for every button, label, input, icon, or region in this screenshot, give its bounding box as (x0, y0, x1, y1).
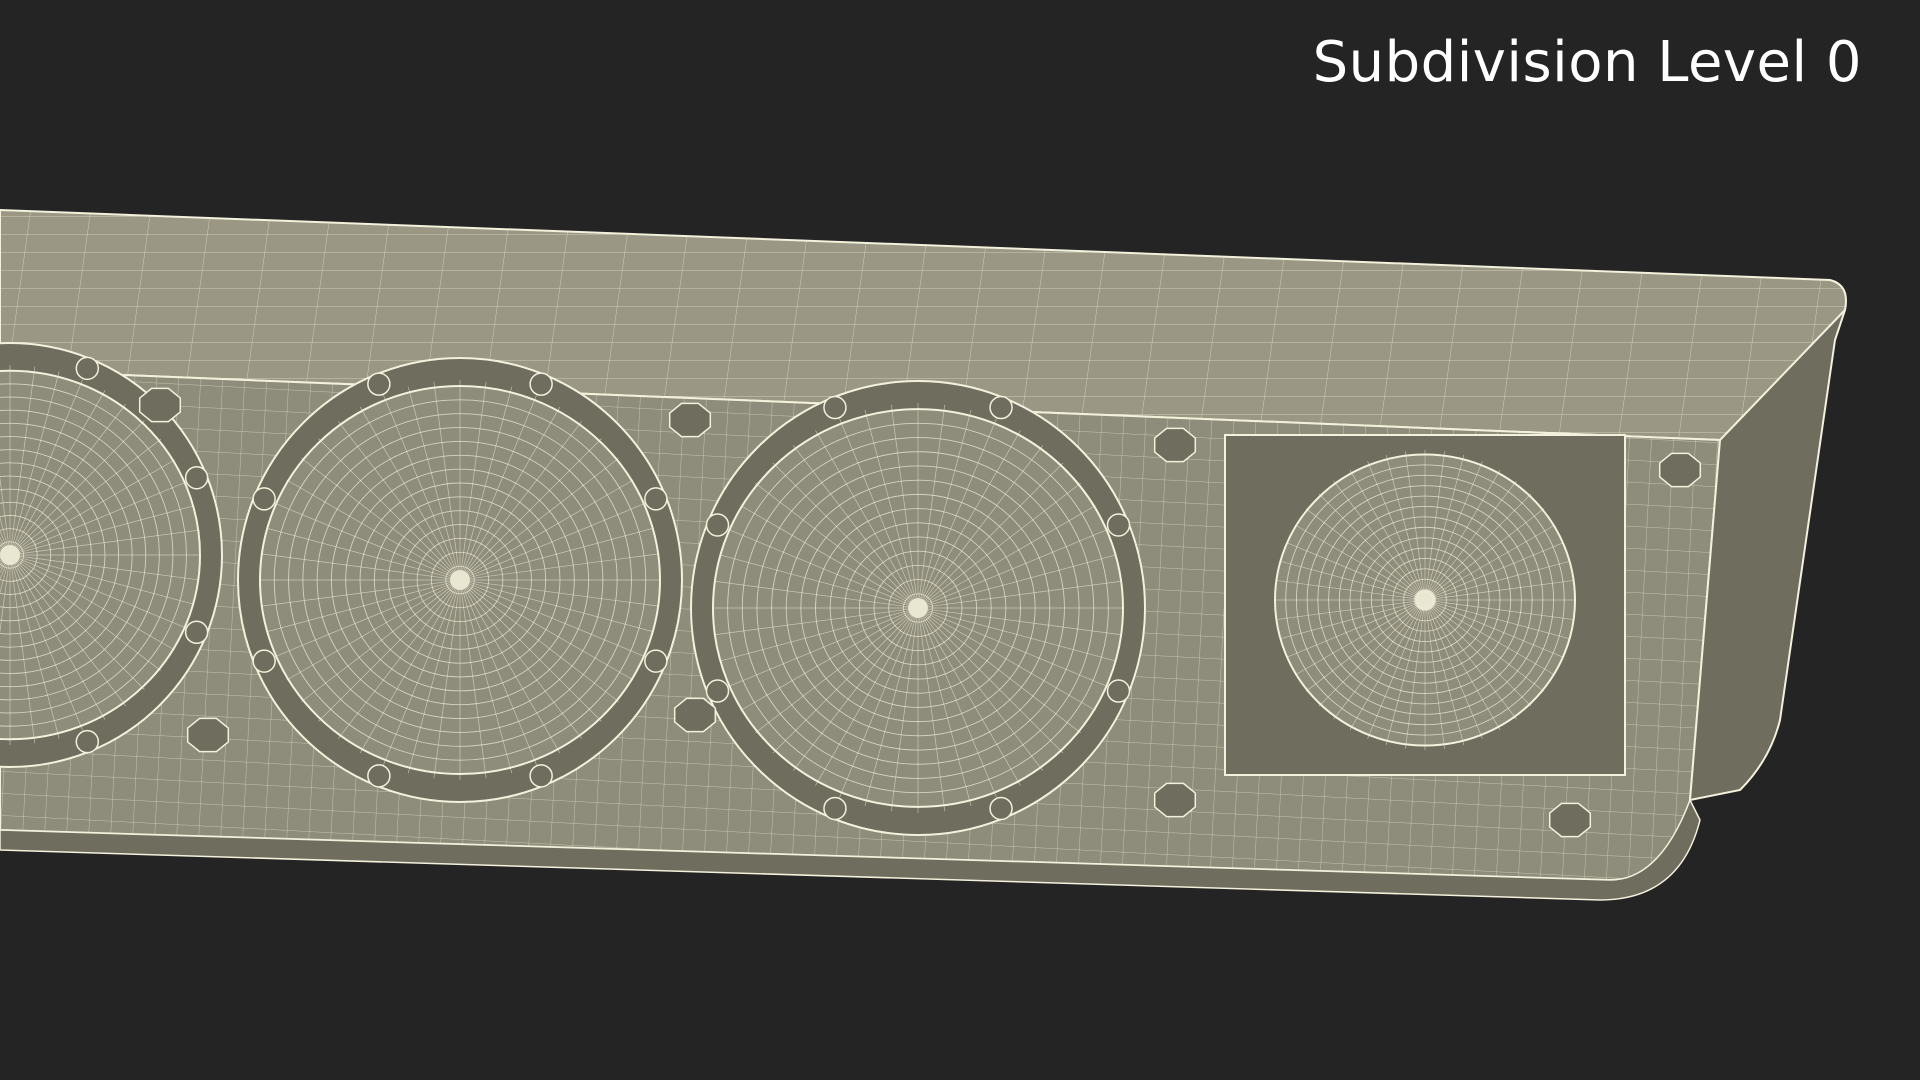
bolt (705, 679, 730, 703)
bolt (184, 465, 209, 490)
hex-mount-hole (138, 387, 182, 423)
bolt (75, 729, 100, 754)
tweeter-right (1224, 434, 1626, 776)
hex-mount-hole (186, 717, 230, 753)
bolt (252, 649, 276, 673)
bolt (989, 395, 1013, 420)
hex-mount-hole (668, 402, 712, 438)
bolt (75, 356, 100, 381)
bolt (529, 372, 553, 396)
woofer-center-left (237, 357, 683, 803)
hex-mount-hole (1153, 427, 1197, 463)
bolt (529, 764, 553, 788)
bolt (989, 796, 1013, 821)
bolt (823, 796, 847, 821)
woofer-center-right (690, 380, 1146, 836)
bolt (1106, 679, 1131, 703)
bolt (823, 395, 847, 420)
bolt (367, 372, 391, 396)
bolt (367, 764, 391, 788)
bolt (644, 649, 668, 673)
soundbar-wireframe-render (0, 208, 1847, 901)
hex-mount-hole (1658, 452, 1702, 488)
hex-mount-hole (1548, 802, 1592, 838)
subdivision-level-label: Subdivision Level 0 (1312, 30, 1862, 95)
hex-mount-hole (1153, 782, 1197, 818)
hex-mount-hole (673, 697, 717, 733)
bolt (1106, 513, 1131, 537)
bolt (184, 620, 209, 645)
bolt (644, 487, 668, 511)
bolt (705, 513, 730, 537)
viewport: Subdivision Level 0 (0, 0, 1920, 1080)
bolt (252, 487, 276, 511)
